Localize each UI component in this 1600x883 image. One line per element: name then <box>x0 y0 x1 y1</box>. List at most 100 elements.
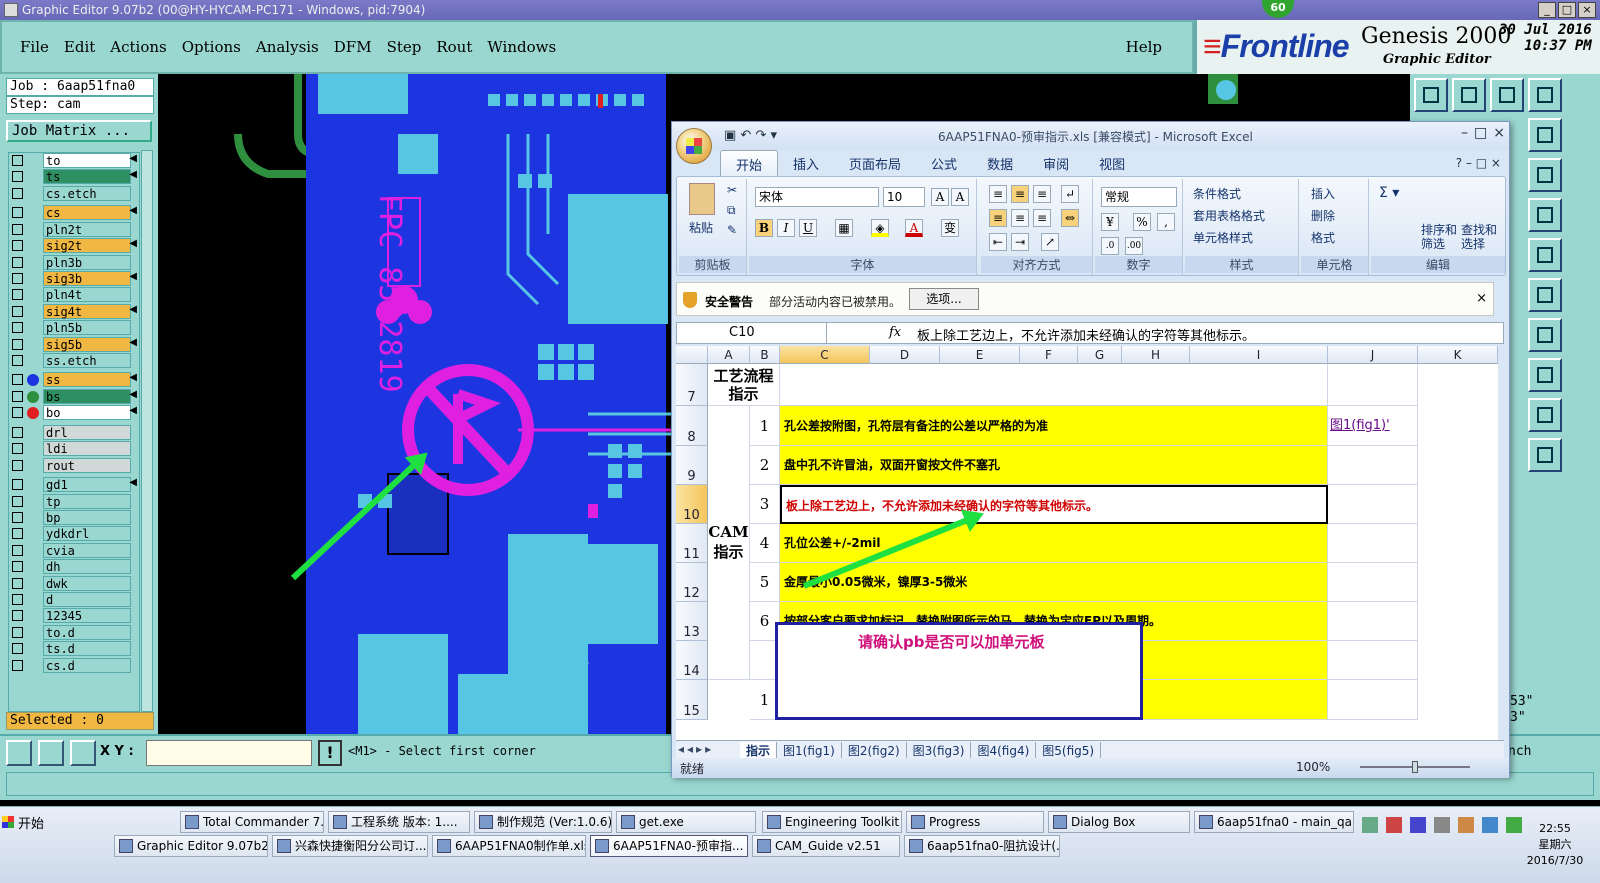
layer-checkbox[interactable] <box>12 171 23 183</box>
menu-help[interactable]: Help <box>1126 38 1162 56</box>
layer-row[interactable]: cvia <box>9 542 139 559</box>
close-button[interactable]: × <box>1578 2 1596 18</box>
percent-icon[interactable]: % <box>1133 213 1151 231</box>
column-header[interactable]: E <box>940 346 1020 364</box>
arrow-icon[interactable] <box>1528 438 1562 472</box>
layer-name[interactable]: sig4t <box>43 303 131 319</box>
excel-close-button[interactable]: × <box>1493 125 1505 141</box>
delete-cells-button[interactable]: 删除 <box>1311 207 1335 224</box>
align-right-icon[interactable]: ≡ <box>1033 209 1051 227</box>
align-middle-icon[interactable]: ≡ <box>1011 185 1029 203</box>
tab-page-layout[interactable]: 页面布局 <box>834 150 916 176</box>
layer-name[interactable]: ts <box>43 169 131 185</box>
layer-row[interactable]: rout <box>9 457 139 474</box>
process-label[interactable]: 工艺流程 指示 <box>708 364 780 406</box>
column-header[interactable]: H <box>1122 346 1190 364</box>
cell-instruction[interactable]: 盘中孔不许冒油，双面开窗按文件不塞孔 <box>780 446 1328 485</box>
cell-instruction[interactable]: 孔位公差+/-2mil <box>780 524 1328 563</box>
layer-name[interactable]: d <box>43 591 131 607</box>
taskbar-item[interactable]: Engineering Toolkit 9.... <box>762 811 902 833</box>
layer-row[interactable]: ss ◀ <box>9 372 139 388</box>
layer-arrow-icon[interactable]: ◀ <box>129 169 137 180</box>
layer-row[interactable]: cs.etch <box>9 185 139 202</box>
layer-name[interactable]: pln5b <box>43 320 131 336</box>
row-header[interactable]: 10 <box>676 485 708 524</box>
layout-icon[interactable] <box>1528 78 1562 112</box>
layer-name[interactable]: gd1 <box>43 477 131 493</box>
paste-button[interactable]: 粘贴 <box>689 219 713 236</box>
layer-name[interactable]: pln4t <box>43 287 131 303</box>
cell-reference[interactable] <box>1328 680 1418 720</box>
minimize-button[interactable]: _ <box>1538 2 1556 18</box>
help-icon[interactable] <box>1528 158 1562 192</box>
menu-rout[interactable]: Rout <box>436 38 472 56</box>
layer-checkbox[interactable] <box>12 272 23 284</box>
ff-icon[interactable] <box>1528 318 1562 352</box>
tab-data[interactable]: 数据 <box>972 150 1028 176</box>
excel-maximize-button[interactable]: □ <box>1474 125 1487 141</box>
row-header[interactable]: 9 <box>676 446 708 485</box>
comma-icon[interactable]: , <box>1157 213 1175 231</box>
menu-actions[interactable]: Actions <box>110 38 166 56</box>
row-header[interactable]: 14 <box>676 641 708 680</box>
taskbar-item[interactable]: 工程系统 版本: 1.... <box>328 811 470 833</box>
layer-row[interactable]: ts.d <box>9 641 139 657</box>
ribbon-help-icon[interactable]: ? – □ × <box>1456 156 1501 170</box>
layer-row[interactable]: ss.etch <box>9 352 139 369</box>
layer-checkbox[interactable] <box>12 479 23 491</box>
layer-row[interactable]: gd1 ◀ <box>9 477 139 493</box>
select-all-corner[interactable] <box>676 346 708 364</box>
layer-row[interactable]: to ◀ <box>9 153 139 169</box>
start-button[interactable]: 开始 <box>2 813 44 832</box>
menu-edit[interactable]: Edit <box>64 38 95 56</box>
tab-formulas[interactable]: 公式 <box>916 150 972 176</box>
quick-access-toolbar[interactable]: ▣ ↶ ↷ ▾ <box>724 128 777 143</box>
layer-name[interactable]: sig3b <box>43 270 131 286</box>
taskbar-item[interactable]: Dialog Box <box>1048 811 1190 833</box>
menu-dfm[interactable]: DFM <box>334 38 372 56</box>
decrease-indent-icon[interactable]: ⇤ <box>989 233 1007 251</box>
layer-checkbox[interactable] <box>12 443 23 455</box>
fx-icon[interactable]: fx <box>889 325 901 340</box>
layer-arrow-icon[interactable]: ◀ <box>129 153 137 164</box>
layer-checkbox[interactable] <box>12 407 23 419</box>
layer-scrollbar[interactable] <box>141 150 153 712</box>
layer-name[interactable]: to.d <box>43 624 131 640</box>
grid-toggle-icon[interactable] <box>70 740 96 766</box>
cam-label[interactable]: CAM 指示 <box>708 406 750 680</box>
layer-row[interactable]: pln4t <box>9 287 139 303</box>
taskbar-item[interactable]: get.exe <box>616 811 756 833</box>
layer-checkbox[interactable] <box>12 374 23 386</box>
save-icon[interactable] <box>1452 78 1486 112</box>
layer-checkbox[interactable] <box>12 544 23 556</box>
taskbar-item[interactable]: Total Commander 7.0 ... <box>180 811 324 833</box>
layer-checkbox[interactable] <box>12 459 23 471</box>
column-header[interactable]: D <box>870 346 940 364</box>
cut-icon[interactable]: ✂ <box>727 183 737 197</box>
row-header[interactable]: 7 <box>676 364 708 406</box>
layer-name[interactable]: tp <box>43 493 131 509</box>
layer-name[interactable]: cs.etch <box>43 185 131 201</box>
bold-icon[interactable]: B <box>755 219 773 237</box>
sheet-nav-icon[interactable]: ◂◂▸▸ <box>678 742 714 756</box>
layer-name[interactable]: sig5b <box>43 336 131 352</box>
layer-row[interactable]: sig3b ◀ <box>9 270 139 287</box>
layer-arrow-icon[interactable]: ◀ <box>129 337 137 348</box>
column-header[interactable]: I <box>1190 346 1328 364</box>
layer-arrow-icon[interactable]: ◀ <box>129 372 137 383</box>
fill-color-icon[interactable]: ◈ <box>871 219 889 237</box>
layer-arrow-icon[interactable]: ◀ <box>129 389 137 400</box>
layer-checkbox[interactable] <box>12 495 23 507</box>
formula-input[interactable]: 板上除工艺边上，不允许添加未经确认的字符等其他标示。 <box>917 325 1255 344</box>
comment-box[interactable]: 请确认pb是否可以加单元板 <box>775 622 1143 720</box>
cell-instruction[interactable]: 金厚最小0.05微米，镍厚3-5微米 <box>780 563 1328 602</box>
excel-minimize-button[interactable]: – <box>1461 125 1468 141</box>
cell-reference[interactable] <box>1328 364 1418 406</box>
column-header[interactable]: G <box>1078 346 1122 364</box>
layer-checkbox[interactable] <box>12 187 23 199</box>
paste-icon[interactable] <box>689 183 715 215</box>
layer-name[interactable]: ts.d <box>43 641 131 657</box>
format-cells-button[interactable]: 格式 <box>1311 229 1335 246</box>
layer-arrow-icon[interactable]: ◀ <box>129 271 137 282</box>
cell-instruction[interactable]: 板上除工艺边上，不允许添加未经确认的字符等其他标示。 <box>780 485 1328 524</box>
